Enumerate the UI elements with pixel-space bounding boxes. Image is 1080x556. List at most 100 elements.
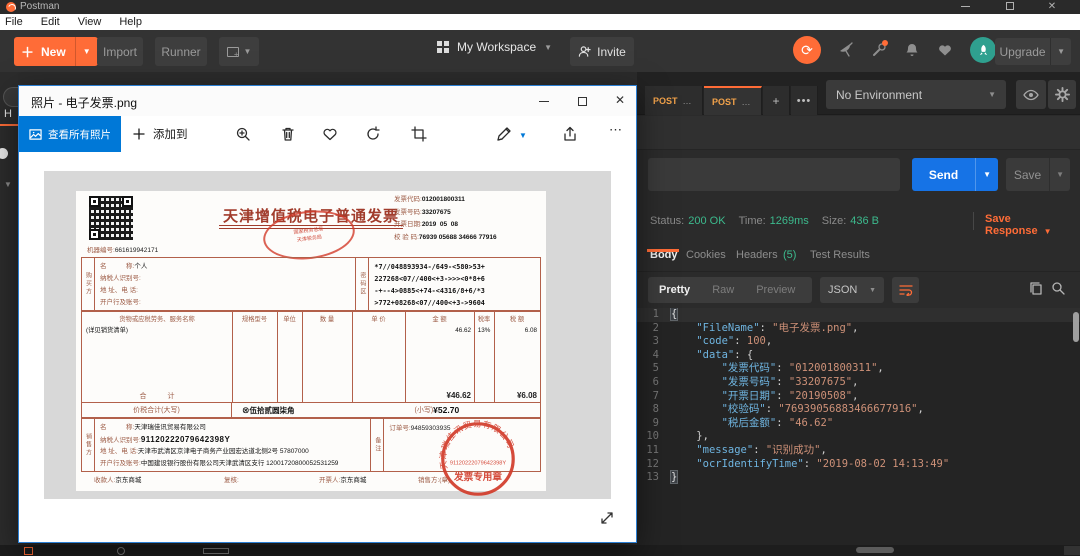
import-button[interactable]: Import	[97, 37, 143, 66]
tab-test-results[interactable]: Test Results	[810, 249, 870, 261]
horizontal-scrollbar-thumb[interactable]	[856, 547, 894, 553]
see-all-photos-button[interactable]: 查看所有照片	[19, 116, 121, 152]
invite-person-icon	[578, 46, 591, 57]
environment-select[interactable]: No Environment ▼	[826, 80, 1006, 109]
expand-icon[interactable]	[599, 510, 615, 526]
view-pretty[interactable]: Pretty	[648, 284, 701, 296]
setup-icon[interactable]	[871, 40, 888, 58]
chevron-down-icon[interactable]: ▼	[976, 170, 998, 179]
crop-icon[interactable]	[411, 126, 427, 142]
menu-file[interactable]: File	[5, 16, 23, 28]
new-tab-button[interactable]: +	[763, 86, 790, 115]
photo-content: 机器编号:661619942171 天津增值税电子普通发票 国家税务总局 天津税…	[19, 152, 636, 542]
runner-button[interactable]: Runner	[155, 37, 207, 66]
response-status-row: Status: 200 OK Time: 1269ms Size: 436 B Sav…	[637, 202, 1080, 240]
menu-edit[interactable]: Edit	[41, 16, 60, 28]
svg-text:91120222079642398Y: 91120222079642398Y	[450, 461, 506, 467]
bell-icon[interactable]	[904, 42, 920, 58]
invite-button[interactable]: Invite	[570, 37, 634, 66]
buyer-vertical-label: 购买方	[82, 258, 95, 310]
rotate-icon[interactable]	[365, 126, 381, 142]
field-row: 开户行及账号:中国建设银行股份有限公司天津武清区支行 1200172080005…	[100, 460, 339, 467]
invoice-meta: 发票代码:012001800311 发票号码:33207675 开票日期:2019 …	[394, 194, 497, 244]
settings-gear-button[interactable]	[1048, 80, 1076, 109]
close-button[interactable]: ✕	[1042, 1, 1062, 13]
password-line: 227268<07//400<+3->>><0*8+6	[374, 275, 485, 283]
response-tabs: Body Cookies Headers (5) Test Results	[637, 240, 1080, 272]
request-panel: POST… POST… + ••• No Environment ▼ Send ▼	[637, 72, 1080, 545]
scrollbar-thumb[interactable]	[1073, 312, 1079, 342]
active-tab-underline	[647, 249, 679, 252]
add-to-button[interactable]: 添加到	[123, 116, 198, 152]
new-window-icon	[226, 46, 239, 59]
workspace-label: My Workspace	[457, 40, 537, 54]
more-options-button[interactable]: ⋯	[609, 122, 623, 138]
favorite-heart-icon[interactable]	[322, 126, 338, 142]
menubar: File Edit View Help	[0, 14, 1080, 30]
copy-icon[interactable]	[1029, 281, 1043, 300]
request-tab-2[interactable]: POST…	[704, 86, 762, 115]
status-value: 200 OK	[688, 215, 726, 227]
request-tab-1[interactable]: POST…	[645, 86, 703, 115]
code-line: 10 },	[646, 430, 709, 443]
menu-view[interactable]: View	[78, 16, 102, 28]
response-body-code[interactable]: 1{2 "FileName": "电子发票.png", 3 "code": 100…	[637, 308, 1080, 545]
share-icon[interactable]	[562, 126, 578, 142]
workspace-switcher[interactable]: My Workspace ▼	[437, 40, 552, 54]
search-icon[interactable]	[1051, 281, 1065, 300]
minimize-button[interactable]	[955, 1, 975, 13]
status-label: Status:	[650, 215, 685, 227]
code-line: 3 "code": 100,	[652, 335, 773, 348]
password-line: >772+08268<07//400<+3->9604	[374, 299, 485, 307]
save-button[interactable]: Save ▼	[1006, 158, 1070, 191]
item-row: (详见销货清单) 46.62 13% 6.08	[86, 327, 537, 334]
invoice-photo[interactable]: 机器编号:661619942171 天津增值税电子普通发票 国家税务总局 天津税…	[44, 171, 611, 499]
menu-help[interactable]: Help	[119, 16, 142, 28]
upgrade-button[interactable]: Upgrade ▼	[995, 38, 1071, 65]
footer-icon-2[interactable]	[117, 547, 125, 555]
field-row: 纳税人识别号:91120222079642398Y	[100, 435, 231, 444]
footer-icon-3[interactable]	[203, 548, 229, 554]
send-button[interactable]: Send ▼	[912, 158, 998, 191]
new-button[interactable]: ＋ New ▼	[14, 37, 98, 66]
photos-close-button[interactable]: ✕	[605, 93, 635, 107]
heart-icon[interactable]	[937, 42, 953, 58]
total-row: 合 计 ¥46.62 ¥6.08	[139, 391, 538, 400]
maximize-button[interactable]	[1000, 2, 1020, 14]
rocket-icon[interactable]	[970, 37, 996, 63]
chevron-down-icon[interactable]: ▼	[76, 47, 98, 56]
invoice-paper: 机器编号:661619942171 天津增值税电子普通发票 国家税务总局 天津税…	[76, 191, 546, 496]
format-select[interactable]: JSON ▼	[820, 277, 884, 303]
tab-options-button[interactable]: •••	[791, 86, 818, 115]
size-label: Size:	[821, 215, 847, 227]
environment-eye-button[interactable]	[1016, 80, 1046, 109]
wrap-lines-button[interactable]	[892, 277, 919, 303]
photos-minimize-button[interactable]	[529, 94, 559, 108]
tab-headers[interactable]: Headers	[736, 249, 778, 261]
edit-chevron-icon[interactable]: ▼	[519, 131, 527, 140]
tab-cookies[interactable]: Cookies	[686, 249, 726, 261]
url-input[interactable]	[648, 158, 900, 191]
seller-round-stamp: 天津瑞佳讯贸易有限公司 91120222079642398Y 发票专用章	[438, 419, 515, 496]
history-tab-partial[interactable]: H	[4, 108, 12, 120]
field-row: 开户行及账号:	[100, 299, 141, 306]
code-line: 6 "发票号码": "33207675",	[652, 375, 859, 388]
code-line: 2 "FileName": "电子发票.png",	[652, 321, 859, 334]
satellite-icon[interactable]	[838, 42, 854, 58]
edit-icon[interactable]	[496, 126, 512, 142]
app-title: Postman	[20, 1, 60, 12]
photos-maximize-button[interactable]	[567, 95, 597, 109]
new-window-button[interactable]: ▼	[219, 37, 259, 66]
zoom-icon[interactable]	[235, 126, 251, 142]
delete-icon[interactable]	[280, 126, 296, 142]
view-preview[interactable]: Preview	[745, 284, 806, 296]
toggle-knob[interactable]	[0, 148, 8, 159]
save-response-button[interactable]: Save Response ▼	[985, 213, 1080, 237]
chevron-down-icon[interactable]: ▼	[1050, 170, 1070, 179]
footer-icon-1[interactable]	[24, 547, 33, 555]
chevron-down-icon: ▼	[869, 286, 876, 294]
view-raw[interactable]: Raw	[701, 284, 745, 296]
chevron-down-icon: ▼	[1057, 47, 1065, 56]
chevron-down-icon[interactable]: ▼	[4, 180, 12, 189]
sync-icon[interactable]: ⟳	[793, 36, 821, 64]
